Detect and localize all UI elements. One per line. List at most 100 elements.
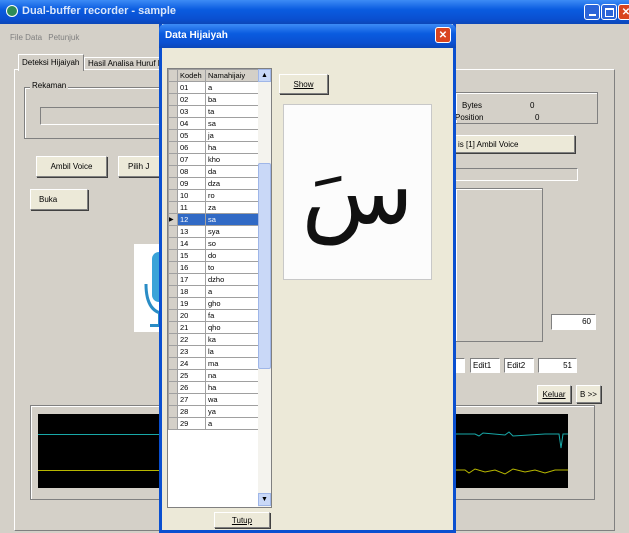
- table-row[interactable]: 06 ha: [168, 141, 259, 154]
- table-row[interactable]: 07 kho: [168, 153, 259, 166]
- row-header[interactable]: [168, 345, 178, 358]
- table-row[interactable]: 20 fa: [168, 309, 259, 322]
- cell-kode[interactable]: 09: [177, 177, 206, 190]
- table-row[interactable]: 17 dzho: [168, 273, 259, 286]
- table-row[interactable]: 25 na: [168, 369, 259, 382]
- cell-kode[interactable]: 21: [177, 321, 206, 334]
- ambil-voice-button[interactable]: Ambil Voice: [36, 156, 107, 177]
- cell-nama[interactable]: da: [205, 165, 259, 178]
- cell-kode[interactable]: 27: [177, 393, 206, 406]
- cell-kode[interactable]: 16: [177, 261, 206, 274]
- row-header[interactable]: [168, 93, 178, 106]
- tutup-button[interactable]: Tutup: [214, 512, 270, 528]
- row-header[interactable]: [168, 237, 178, 250]
- cell-kode[interactable]: 17: [177, 273, 206, 286]
- cell-nama[interactable]: ka: [205, 333, 259, 346]
- table-row[interactable]: 22 ka: [168, 333, 259, 346]
- table-row[interactable]: 10 ro: [168, 189, 259, 202]
- row-header[interactable]: [168, 153, 178, 166]
- row-header[interactable]: [168, 417, 178, 430]
- cell-kode[interactable]: 03: [177, 105, 206, 118]
- cell-kode[interactable]: 06: [177, 141, 206, 154]
- table-row[interactable]: ▶ 12 sa: [168, 213, 259, 226]
- cell-kode[interactable]: 25: [177, 369, 206, 382]
- cell-kode[interactable]: 02: [177, 93, 206, 106]
- cell-nama[interactable]: ba: [205, 93, 259, 106]
- table-row[interactable]: 21 qho: [168, 321, 259, 334]
- table-row[interactable]: 02 ba: [168, 93, 259, 106]
- cell-nama[interactable]: gho: [205, 297, 259, 310]
- table-row[interactable]: 04 sa: [168, 117, 259, 130]
- row-header[interactable]: [168, 177, 178, 190]
- tab-deteksi-hijaiyah[interactable]: Deteksi Hijaiyah: [18, 54, 84, 71]
- cell-nama[interactable]: dza: [205, 177, 259, 190]
- next-button[interactable]: B >>: [576, 385, 601, 403]
- main-title-bar[interactable]: Dual-buffer recorder - sample ✕: [0, 0, 629, 24]
- cell-nama[interactable]: sya: [205, 225, 259, 238]
- row-header[interactable]: [168, 369, 178, 382]
- cell-nama[interactable]: ta: [205, 105, 259, 118]
- cell-kode[interactable]: 07: [177, 153, 206, 166]
- grid-scrollbar[interactable]: ▲ ▼: [258, 69, 271, 507]
- dialog-close-button[interactable]: ✕: [435, 27, 451, 43]
- tab-hasil-analisa[interactable]: Hasil Analisa Huruf H: [84, 57, 166, 70]
- cell-kode[interactable]: 04: [177, 117, 206, 130]
- row-header[interactable]: [168, 381, 178, 394]
- row-header[interactable]: [168, 141, 178, 154]
- cell-nama[interactable]: la: [205, 345, 259, 358]
- row-header[interactable]: ▶: [168, 213, 178, 226]
- cell-kode[interactable]: 23: [177, 345, 206, 358]
- cell-nama[interactable]: to: [205, 261, 259, 274]
- table-row[interactable]: 16 to: [168, 261, 259, 274]
- table-row[interactable]: 24 ma: [168, 357, 259, 370]
- scroll-thumb[interactable]: [258, 163, 271, 369]
- cell-kode[interactable]: 19: [177, 297, 206, 310]
- menu-file-data[interactable]: File Data: [10, 33, 42, 42]
- row-header[interactable]: [168, 285, 178, 298]
- row-header[interactable]: [168, 309, 178, 322]
- cell-nama[interactable]: ya: [205, 405, 259, 418]
- row-header[interactable]: [168, 357, 178, 370]
- table-row[interactable]: 11 za: [168, 201, 259, 214]
- cell-nama[interactable]: a: [205, 417, 259, 430]
- table-row[interactable]: 01 a: [168, 81, 259, 94]
- cell-kode[interactable]: 12: [177, 213, 206, 226]
- cell-kode[interactable]: 26: [177, 381, 206, 394]
- row-header[interactable]: [168, 321, 178, 334]
- edit1-field[interactable]: Edit1: [470, 358, 500, 373]
- cell-kode[interactable]: 08: [177, 165, 206, 178]
- table-row[interactable]: 18 a: [168, 285, 259, 298]
- row-header[interactable]: [168, 225, 178, 238]
- cell-kode[interactable]: 29: [177, 417, 206, 430]
- menu-petunjuk[interactable]: Petunjuk: [48, 33, 79, 42]
- cell-kode[interactable]: 15: [177, 249, 206, 262]
- cell-nama[interactable]: kho: [205, 153, 259, 166]
- cell-nama[interactable]: ha: [205, 381, 259, 394]
- row-header[interactable]: [168, 165, 178, 178]
- row-header[interactable]: [168, 297, 178, 310]
- hijaiyah-grid[interactable]: Kodeh Namahijaiy 01 a 02 ba 03 ta 04 sa 05 ja 06 ha…: [167, 68, 272, 508]
- table-row[interactable]: 27 wa: [168, 393, 259, 406]
- row-header[interactable]: [168, 81, 178, 94]
- column-header-kode[interactable]: Kodeh: [177, 69, 206, 82]
- cell-nama[interactable]: ja: [205, 129, 259, 142]
- table-row[interactable]: 15 do: [168, 249, 259, 262]
- show-button[interactable]: Show: [279, 74, 328, 94]
- table-row[interactable]: 14 so: [168, 237, 259, 250]
- table-row[interactable]: 13 sya: [168, 225, 259, 238]
- table-row[interactable]: 03 ta: [168, 105, 259, 118]
- cell-kode[interactable]: 10: [177, 189, 206, 202]
- minimize-button[interactable]: [584, 4, 600, 20]
- cell-kode[interactable]: 13: [177, 225, 206, 238]
- row-header[interactable]: [168, 249, 178, 262]
- table-row[interactable]: 09 dza: [168, 177, 259, 190]
- table-row[interactable]: 05 ja: [168, 129, 259, 142]
- cell-nama[interactable]: do: [205, 249, 259, 262]
- row-header[interactable]: [168, 105, 178, 118]
- row-header[interactable]: [168, 189, 178, 202]
- cell-nama[interactable]: ma: [205, 357, 259, 370]
- cell-nama[interactable]: sa: [205, 213, 259, 226]
- row-header[interactable]: [168, 333, 178, 346]
- row-header[interactable]: [168, 201, 178, 214]
- analysis-button[interactable]: is [1] Ambil Voice: [455, 135, 575, 153]
